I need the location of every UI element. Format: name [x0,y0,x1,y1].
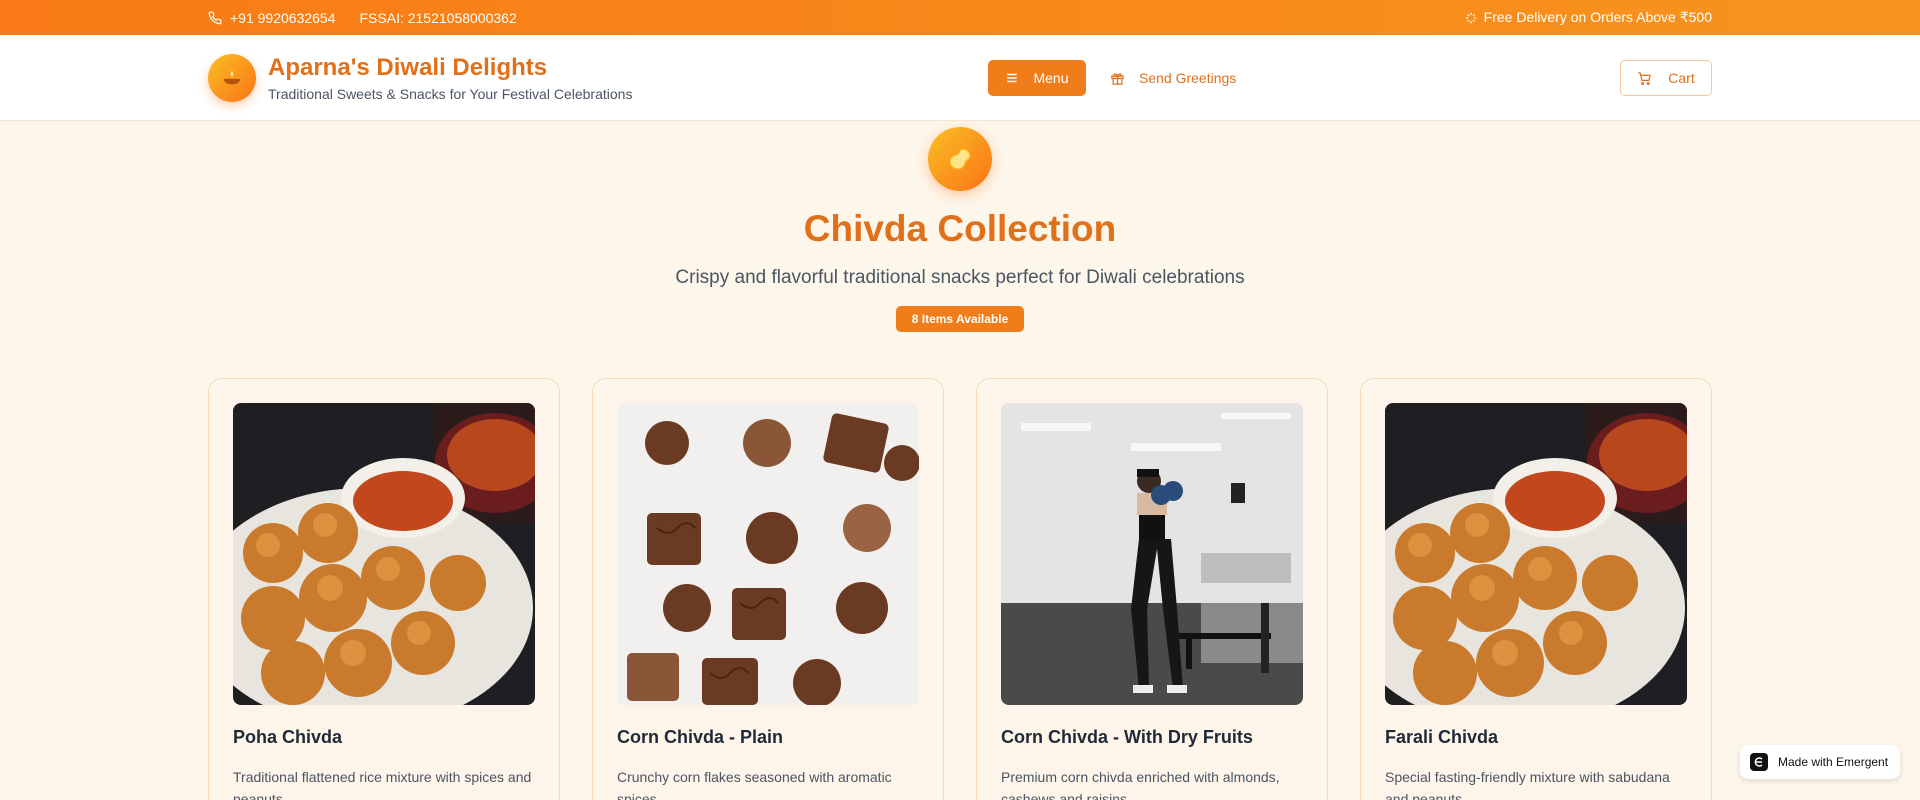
gift-icon [1111,72,1124,85]
product-card[interactable]: Poha Chivda Traditional flattened rice m… [208,378,560,800]
product-image[interactable] [1385,403,1687,705]
menu-button[interactable]: Menu [988,60,1086,96]
site-tagline: Traditional Sweets & Snacks for Your Fes… [268,85,633,102]
product-description: Traditional flattened rice mixture with … [233,769,532,800]
product-image[interactable] [233,403,535,705]
greetings-label: Send Greetings [1139,70,1237,86]
cart-button[interactable]: Cart [1620,60,1712,96]
product-description: Special fasting-friendly mixture with sa… [1385,769,1670,800]
product-grid: Poha Chivda Traditional flattened rice m… [208,378,1712,800]
hamburger-icon [1007,73,1018,83]
product-name[interactable]: Corn Chivda - With Dry Fruits [1001,727,1303,748]
diya-logo-icon[interactable] [208,53,256,102]
made-with-emergent-badge[interactable]: Made with Emergent [1740,745,1900,779]
made-with-emergent-label: Made with Emergent [1778,755,1889,769]
brand[interactable]: Aparna's Diwali Delights Traditional Swe… [268,54,632,102]
emergent-logo-icon [1750,753,1768,771]
main-nav: Menu Send Greetings [988,60,1248,96]
cart-label: Cart [1668,70,1695,86]
free-delivery-text: Free Delivery on Orders Above ₹500 [1483,9,1712,25]
top-info-bar: +91 9920632654 FSSAI: 21521058000362 Fre… [0,0,1920,35]
product-card[interactable]: Corn Chivda - With Dry Fruits Premium co… [976,378,1328,800]
product-name[interactable]: Corn Chivda - Plain [617,727,919,748]
collection-hero: Chivda Collection Crispy and flavorful t… [0,121,1920,332]
product-image[interactable] [1001,403,1303,705]
product-name[interactable]: Farali Chivda [1385,727,1687,748]
items-count-badge: 8 Items Available [895,306,1025,332]
collection-subtitle: Crispy and flavorful traditional snacks … [675,267,1245,288]
product-image[interactable] [617,403,919,705]
sparkle-icon [1465,12,1476,23]
product-name[interactable]: Poha Chivda [233,727,535,748]
product-description: Premium corn chivda enriched with almond… [1001,769,1280,800]
peanut-icon [928,127,992,191]
product-card[interactable]: Farali Chivda Special fasting-friendly m… [1360,378,1712,800]
site-title[interactable]: Aparna's Diwali Delights [268,54,632,82]
collection-title: Chivda Collection [803,208,1117,249]
phone-info[interactable]: +91 9920632654 [208,10,336,26]
fssai-number: FSSAI: 21521058000362 [359,9,517,26]
product-card[interactable]: Corn Chivda - Plain Crunchy corn flakes … [592,378,944,800]
site-header: Aparna's Diwali Delights Traditional Swe… [0,35,1920,121]
send-greetings-button[interactable]: Send Greetings [1098,60,1248,96]
cart-icon [1638,71,1652,85]
menu-label: Menu [1033,70,1069,86]
phone-number: +91 9920632654 [230,9,336,26]
product-description: Crunchy corn flakes seasoned with aromat… [617,769,892,800]
phone-icon [208,11,222,24]
